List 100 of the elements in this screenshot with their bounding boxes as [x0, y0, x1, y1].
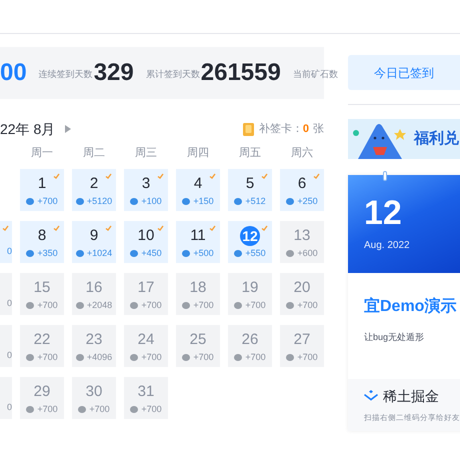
reward-amount: +350	[37, 249, 58, 258]
ore-icon	[26, 406, 34, 413]
check-icon	[157, 225, 164, 231]
ore-icon	[182, 302, 190, 309]
day-cell[interactable]: 30 +700	[72, 377, 116, 419]
ore-icon	[130, 198, 138, 205]
day-cell[interactable]: 22 +700	[20, 325, 64, 367]
day-cell[interactable]: 13 +600	[280, 221, 324, 263]
day-number: 4	[194, 174, 202, 194]
day-cell[interactable]: 10 +450	[124, 221, 168, 263]
day-cell[interactable]: 0	[0, 273, 12, 315]
day-number: 18	[190, 278, 206, 298]
welfare-banner[interactable]: 福利兑	[348, 119, 460, 159]
card-icon	[242, 122, 255, 136]
day-number: 25	[190, 330, 206, 350]
day-cell[interactable]: 9 +1024	[72, 221, 116, 263]
ore-icon	[130, 354, 138, 361]
day-number: 6	[298, 174, 306, 194]
reward-amount: +700	[37, 197, 58, 206]
reward-amount: +512	[245, 197, 266, 206]
ore-icon	[286, 354, 294, 361]
reward-amount: +100	[141, 197, 162, 206]
stat-value: 329	[94, 58, 134, 88]
day-cell[interactable]: 29 +700	[20, 377, 64, 419]
reward-amount: +5120	[86, 197, 112, 206]
reward-amount: +700	[193, 353, 214, 362]
day-cell[interactable]: 20 +700	[280, 273, 324, 315]
day-cell[interactable]: 0	[0, 221, 12, 263]
weekday-label: 周一	[30, 146, 54, 161]
date-day: 12	[364, 196, 460, 230]
check-icon	[261, 173, 268, 179]
reward-amount: +250	[297, 197, 318, 206]
day-cell[interactable]: 24 +700	[124, 325, 168, 367]
ore-icon	[76, 198, 84, 205]
day-cell[interactable]: 11 +500	[176, 221, 220, 263]
day-cell[interactable]: 15 +700	[20, 273, 64, 315]
day-number: 24	[138, 330, 154, 350]
day-number: 15	[34, 278, 50, 298]
banner-title: 福利兑	[414, 128, 459, 149]
day-number: 27	[294, 330, 310, 350]
reward-amount: +600	[297, 249, 318, 258]
day-number: 11	[190, 226, 206, 246]
day-cell[interactable]: 2 +5120	[72, 169, 116, 211]
day-number: 22	[34, 330, 50, 350]
day-cell[interactable]: 16 +2048	[72, 273, 116, 315]
stat-value: 00	[0, 58, 27, 88]
day-cell[interactable]: 8 +350	[20, 221, 64, 263]
day-cell[interactable]: 0	[0, 325, 12, 367]
ore-icon	[76, 250, 84, 257]
day-number: 8	[38, 226, 46, 246]
day-cell[interactable]: 25 +700	[176, 325, 220, 367]
day-cell[interactable]: 26 +700	[228, 325, 272, 367]
day-cell[interactable]: 0	[0, 377, 12, 419]
day-cell[interactable]: 1 +700	[20, 169, 64, 211]
brand-name: 稀土掘金	[383, 386, 439, 406]
day-cell[interactable]: 18 +700	[176, 273, 220, 315]
day-cell[interactable]: 3 +100	[124, 169, 168, 211]
check-icon	[261, 225, 268, 231]
day-number: 26	[242, 330, 258, 350]
stat-label: 当前矿石数	[292, 68, 338, 82]
date-subtitle: 让bug无处遁形	[363, 331, 426, 344]
makeup-card-count: 0	[302, 122, 309, 137]
reward-amount: +1024	[86, 249, 112, 258]
check-icon	[2, 225, 9, 231]
reward-amount: +550	[245, 249, 266, 258]
reward-amount: +700	[37, 353, 58, 362]
next-month-icon[interactable]	[65, 125, 72, 133]
ore-icon	[286, 302, 294, 309]
check-icon	[53, 225, 60, 231]
day-cell[interactable]: 23 +4096	[72, 325, 116, 367]
day-cell[interactable]: 17 +700	[124, 273, 168, 315]
reward-amount: +700	[297, 353, 318, 362]
check-icon	[105, 225, 112, 231]
reward-amount: +700	[141, 301, 162, 310]
day-cell[interactable]: 12 +550	[228, 221, 272, 263]
reward-amount: 0	[6, 351, 12, 360]
signed-today-button[interactable]: 今日已签到	[348, 55, 460, 90]
day-number: 16	[86, 278, 102, 298]
day-cell[interactable]: 19 +700	[228, 273, 272, 315]
weekday-label: 周五	[238, 146, 262, 161]
reward-amount: +4096	[86, 353, 112, 362]
check-icon	[209, 173, 216, 179]
day-cell[interactable]: 31 +700	[124, 377, 168, 419]
ore-icon	[234, 250, 242, 257]
day-cell[interactable]: 5 +512	[228, 169, 272, 211]
check-icon	[105, 173, 112, 179]
reward-amount: +700	[37, 301, 58, 310]
ore-icon	[130, 302, 138, 309]
ore-icon	[182, 354, 190, 361]
day-number: 29	[34, 382, 50, 402]
day-cell[interactable]: 4 +150	[176, 169, 220, 211]
day-cell[interactable]: 27 +700	[280, 325, 324, 367]
day-cell[interactable]: 6 +250	[280, 169, 324, 211]
reward-amount: 0	[6, 299, 12, 308]
reward-amount: +700	[141, 405, 162, 414]
logo-icon	[364, 390, 378, 402]
weekday-label: 周二	[82, 146, 106, 161]
ore-icon	[78, 406, 86, 413]
reward-amount: +2048	[86, 301, 112, 310]
reward-amount: 0	[6, 403, 12, 412]
